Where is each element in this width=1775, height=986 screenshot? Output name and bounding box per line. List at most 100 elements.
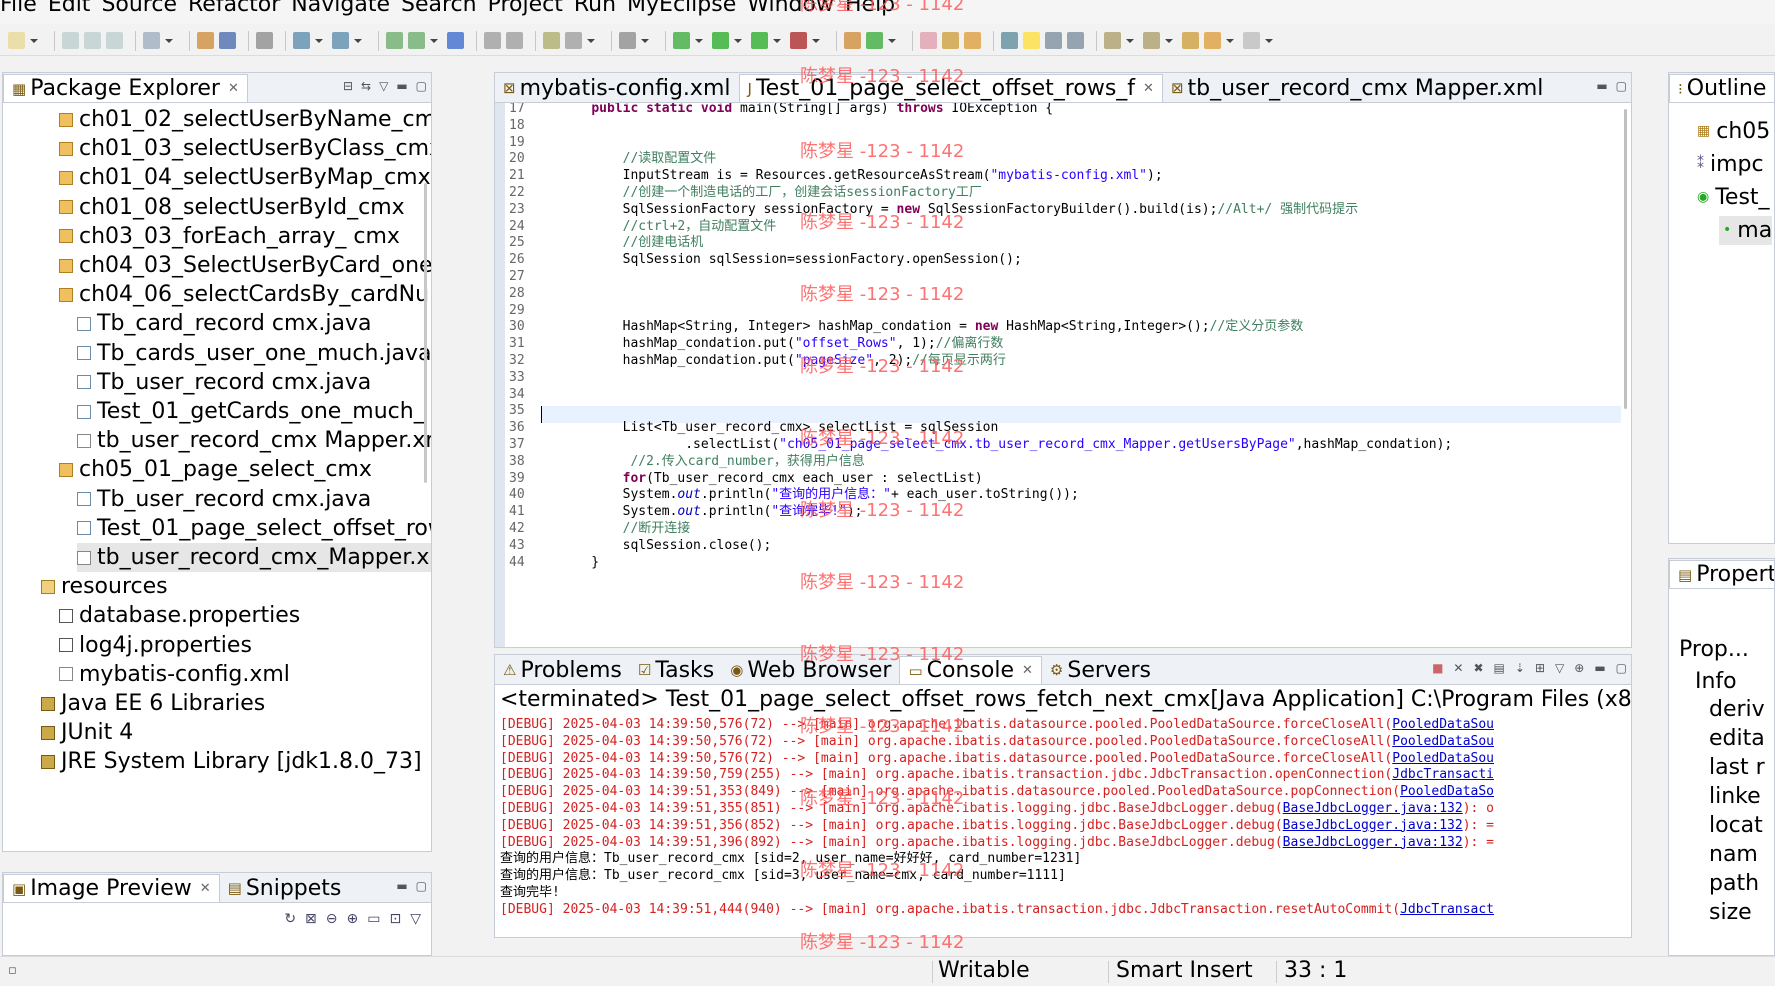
tree-item[interactable]: resources: [41, 572, 168, 601]
tree-item[interactable]: database.properties: [59, 601, 300, 630]
outline-item[interactable]: ▦ ch05: [1697, 117, 1770, 146]
pin-console-icon[interactable]: ⊞: [1535, 661, 1545, 675]
view-menu-icon[interactable]: ▽: [379, 79, 388, 93]
console-source-link[interactable]: PooledDataSou: [1392, 734, 1494, 749]
tab-console[interactable]: ▭ Console ✕: [899, 656, 1042, 684]
annotation-icon[interactable]: [1001, 32, 1018, 49]
console-source-link[interactable]: BaseJdbcLogger.java:132: [1283, 818, 1463, 833]
tab-outline[interactable]: ⁝ Outline: [1669, 74, 1774, 102]
outline-item[interactable]: ⁑ impc: [1697, 150, 1764, 179]
dropdown-arrow-icon[interactable]: [165, 37, 173, 44]
deploy-icon[interactable]: [386, 32, 403, 49]
dropdown-arrow-icon[interactable]: [587, 37, 595, 44]
menu-window[interactable]: Window: [747, 0, 845, 16]
tree-item[interactable]: Test_01_getCards_one_much_: [77, 397, 425, 426]
outline-item[interactable]: ◉ Test_: [1697, 183, 1770, 212]
dropdown-arrow-icon[interactable]: [812, 37, 820, 44]
console-source-link[interactable]: PooledDataSou: [1392, 751, 1494, 766]
close-icon[interactable]: ✕: [200, 881, 211, 896]
tab-properties[interactable]: ▤ Propert: [1669, 560, 1774, 588]
globe-icon[interactable]: [447, 32, 464, 49]
next-annotation-icon[interactable]: [1104, 32, 1121, 49]
console-source-link[interactable]: PooledDataSou: [1392, 717, 1494, 732]
tab-mybatis-config[interactable]: ⊠ mybatis-config.xml: [495, 74, 739, 102]
tab-user-record-mapper[interactable]: ⊠ tb_user_record_cmx Mapper.xml: [1163, 74, 1551, 102]
menu-file[interactable]: File: [0, 0, 48, 16]
actual-size-icon[interactable]: ▭: [367, 911, 380, 927]
tree-item[interactable]: Tb_card_record cmx.java: [77, 309, 372, 338]
tree-item[interactable]: ch04_03_SelectUserByCard_one_one: [59, 251, 431, 280]
menu-project[interactable]: Project: [488, 0, 574, 16]
minimize-icon[interactable]: ▬: [1596, 79, 1607, 93]
dropdown-arrow-icon[interactable]: [430, 37, 438, 44]
menu-refactor[interactable]: Refactor: [188, 0, 291, 16]
back-icon[interactable]: [1204, 32, 1221, 49]
back-history-icon[interactable]: [484, 32, 501, 49]
new-class-icon[interactable]: [866, 32, 883, 49]
run-icon[interactable]: [712, 32, 729, 49]
tree-item[interactable]: ch01_08_selectUserById_cmx: [59, 193, 405, 222]
add-server-icon[interactable]: [408, 32, 425, 49]
last-edit-icon[interactable]: [1182, 32, 1199, 49]
tree-item[interactable]: ch01_02_selectUserByName_cmx: [59, 105, 431, 134]
scroll-lock-icon[interactable]: ⇣: [1515, 661, 1525, 675]
stretch-icon[interactable]: ⊡: [389, 911, 401, 927]
new-icon[interactable]: [8, 32, 25, 49]
dropdown-arrow-icon[interactable]: [1165, 37, 1173, 44]
tree-item[interactable]: ch03_03_forEach_array_ cmx: [59, 222, 400, 251]
image-icon[interactable]: [619, 32, 636, 49]
menu-search[interactable]: Search: [401, 0, 488, 16]
server-view-icon[interactable]: [565, 32, 582, 49]
tab-image-preview[interactable]: ▣ Image Preview ✕: [3, 874, 220, 902]
debug-config-icon[interactable]: [332, 32, 349, 49]
prev-annotation-icon[interactable]: [1143, 32, 1160, 49]
save-icon[interactable]: [62, 32, 79, 49]
tree-item[interactable]: ch01_04_selectUserByMap_cmx: [59, 163, 431, 192]
show-whitespace-icon[interactable]: [1067, 32, 1084, 49]
dropdown-arrow-icon[interactable]: [695, 37, 703, 44]
tree-item[interactable]: mybatis-config.xml: [59, 660, 290, 689]
pen-icon[interactable]: [942, 32, 959, 49]
dropdown-arrow-icon[interactable]: [773, 37, 781, 44]
forward-history-icon[interactable]: [506, 32, 523, 49]
maximize-icon[interactable]: ▢: [416, 879, 427, 893]
link-editor-icon[interactable]: ⇆: [361, 79, 371, 93]
menu-run[interactable]: Run: [574, 0, 627, 16]
tree-item[interactable]: Tb_user_record cmx.java: [77, 368, 371, 397]
display-console-icon[interactable]: ▽: [1555, 661, 1564, 675]
code-editor[interactable]: 17 public static void main(String[] args…: [495, 103, 1631, 647]
tree-item[interactable]: Test_01_page_select_offset_rows_: [77, 514, 431, 543]
tab-tasks[interactable]: ☑ Tasks: [630, 656, 722, 684]
tree-item[interactable]: tb_user_record_cmx Mapper.xml: [77, 426, 431, 455]
run-config-icon[interactable]: [293, 32, 310, 49]
dropdown-arrow-icon[interactable]: [30, 37, 38, 44]
tab-test-01-page-select[interactable]: J Test_01_page_select_offset_rows_f ✕: [738, 74, 1163, 102]
terminate-icon[interactable]: ■: [1432, 661, 1443, 675]
tree-item[interactable]: log4j.properties: [59, 631, 252, 660]
print-icon[interactable]: [106, 32, 123, 49]
collapse-all-icon[interactable]: ⊟: [343, 79, 353, 93]
console-source-link[interactable]: JdbcTransacti: [1392, 767, 1494, 782]
console-source-link[interactable]: BaseJdbcLogger.java:132: [1283, 835, 1463, 850]
open-perspective-icon[interactable]: [543, 32, 560, 49]
zoom-out-icon[interactable]: ⊖: [326, 911, 338, 927]
dropdown-arrow-icon[interactable]: [641, 37, 649, 44]
tab-package-explorer[interactable]: ▦ Package Explorer ✕: [3, 74, 248, 102]
open-file-icon[interactable]: [964, 32, 981, 49]
toggle-mark-icon[interactable]: [1045, 32, 1062, 49]
dropdown-arrow-icon[interactable]: [1265, 37, 1273, 44]
dropdown-arrow-icon[interactable]: [1226, 37, 1234, 44]
run-last-icon[interactable]: [751, 32, 768, 49]
horizontal-scrollbar[interactable]: [545, 639, 1615, 645]
forward-icon[interactable]: [1243, 32, 1260, 49]
menu-navigate[interactable]: Navigate: [291, 0, 401, 16]
close-icon[interactable]: ✕: [1143, 81, 1154, 96]
menu-source[interactable]: Source: [101, 0, 188, 16]
open-folder-icon[interactable]: [920, 32, 937, 49]
maximize-icon[interactable]: ▢: [416, 79, 427, 93]
tree-scrollbar[interactable]: [424, 183, 427, 483]
coverage-icon[interactable]: [790, 32, 807, 49]
dropdown-arrow-icon[interactable]: [888, 37, 896, 44]
console-source-link[interactable]: BaseJdbcLogger.java:132: [1283, 801, 1463, 816]
open-resource-icon[interactable]: [219, 32, 236, 49]
